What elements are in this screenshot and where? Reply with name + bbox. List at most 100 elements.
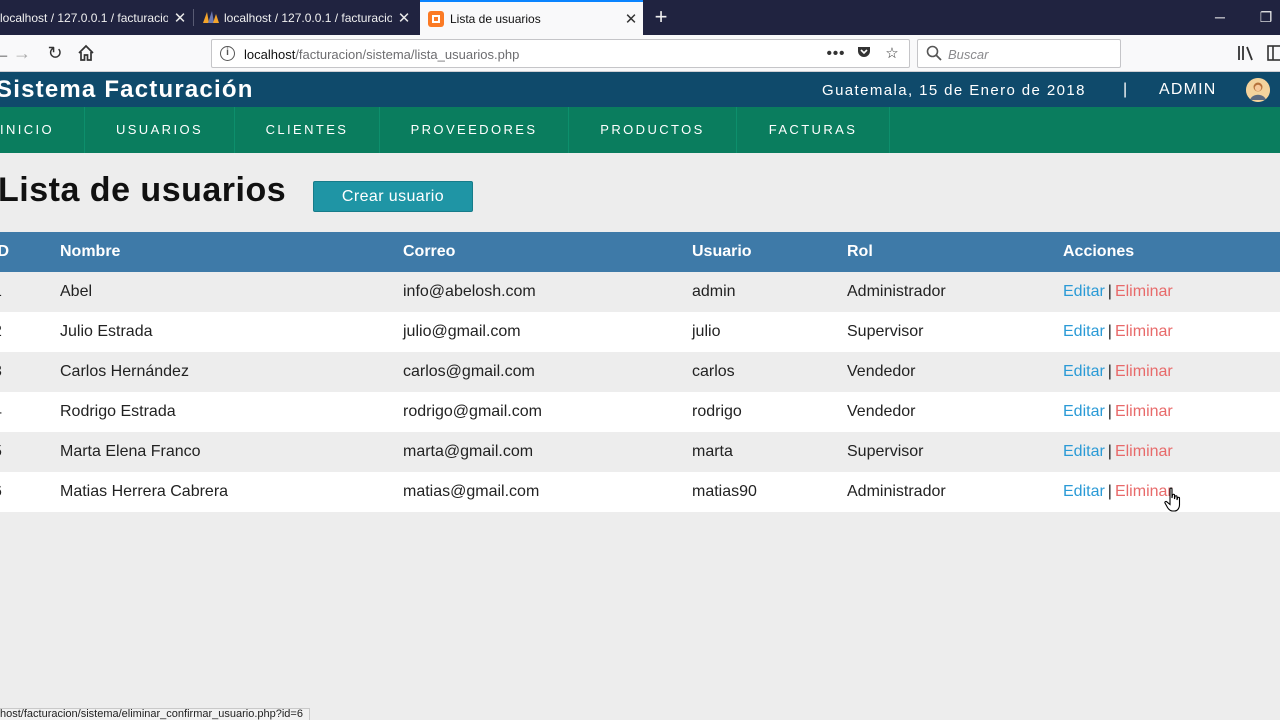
search-icon [926,45,942,66]
cell-nombre: Carlos Hernández [60,352,403,392]
column-header-correo: Correo [403,232,692,272]
cell-correo: carlos@gmail.com [403,352,692,392]
table-row: 6 Matias Herrera Cabrera matias@gmail.co… [0,472,1280,512]
site-info-icon[interactable]: i [220,46,235,61]
status-bar-url: host/facturacion/sistema/eliminar_confir… [0,708,310,720]
new-tab-icon[interactable]: + [648,0,674,35]
phpmyadmin-icon [202,10,219,26]
table-header-row: ID Nombre Correo Usuario Rol Acciones [0,232,1280,272]
edit-link[interactable]: Editar [1063,403,1105,420]
table-row: 5 Marta Elena Franco marta@gmail.com mar… [0,432,1280,472]
url-text[interactable]: localhost/facturacion/sistema/lista_usua… [244,47,519,62]
search-input[interactable] [948,45,1113,63]
forward-icon[interactable]: → [10,41,34,65]
cell-id: 3 [0,352,60,392]
cell-usuario: admin [692,272,847,312]
menu-item-proveedores[interactable]: PROVEEDORES [380,107,569,153]
action-separator: | [1107,323,1112,340]
browser-tab-title: localhost / 127.0.0.1 / facturacio [224,10,392,25]
page-actions-icon[interactable]: ••• [826,44,846,64]
reload-icon[interactable]: ↻ [43,41,67,65]
cell-nombre: Marta Elena Franco [60,432,403,472]
hand-cursor-icon [1164,487,1184,513]
delete-link[interactable]: Eliminar [1115,443,1173,460]
edit-link[interactable]: Editar [1063,443,1105,460]
main-menu: INICIO USUARIOS CLIENTES PROVEEDORES PRO… [0,107,1280,153]
sidebar-toggle-icon[interactable] [1264,41,1280,65]
cell-rol: Supervisor [847,312,1063,352]
browser-tab-title: Lista de usuarios [450,11,541,26]
menu-item-clientes[interactable]: CLIENTES [235,107,380,153]
action-separator: | [1107,483,1112,500]
column-header-usuario: Usuario [692,232,847,272]
close-tab-icon[interactable]: ✕ [168,9,192,27]
cell-id: 4 [0,392,60,432]
address-bar[interactable]: i localhost/facturacion/sistema/lista_us… [211,39,910,68]
column-header-nombre: Nombre [60,232,403,272]
header-separator: | [1123,81,1128,98]
browser-tab-2[interactable]: localhost / 127.0.0.1 / facturacio ✕ [194,0,416,35]
restore-window-icon[interactable]: ❐ [1246,0,1280,35]
cell-id: 1 [0,272,60,312]
cell-id: 2 [0,312,60,352]
cell-rol: Vendedor [847,352,1063,392]
column-header-acciones: Acciones [1063,232,1280,272]
cell-correo: julio@gmail.com [403,312,692,352]
minimize-icon[interactable]: ─ [1200,0,1240,35]
cell-rol: Supervisor [847,432,1063,472]
home-icon[interactable] [74,41,98,65]
cell-correo: matias@gmail.com [403,472,692,512]
cell-rol: Administrador [847,472,1063,512]
table-row: 2 Julio Estrada julio@gmail.com julio Su… [0,312,1280,352]
browser-tab-active[interactable]: Lista de usuarios ✕ [420,0,643,35]
cell-acciones: Editar | Eliminar [1063,432,1280,472]
cell-correo: marta@gmail.com [403,432,692,472]
search-bar[interactable] [917,39,1121,68]
browser-toolbar: ← → ↻ i localhost/facturacion/sistema/li… [0,35,1280,72]
close-tab-icon[interactable]: ✕ [619,10,643,28]
action-separator: | [1107,443,1112,460]
browser-tab-1[interactable]: localhost / 127.0.0.1 / facturacio ✕ [0,0,192,35]
users-table: ID Nombre Correo Usuario Rol Acciones 1 … [0,232,1280,512]
column-header-rol: Rol [847,232,1063,272]
edit-link[interactable]: Editar [1063,363,1105,380]
bookmark-star-icon[interactable]: ☆ [882,44,902,64]
cell-acciones: Editar | Eliminar [1063,392,1280,432]
cell-rol: Vendedor [847,392,1063,432]
edit-link[interactable]: Editar [1063,323,1105,340]
action-separator: | [1107,363,1112,380]
library-icon[interactable] [1234,41,1258,65]
user-avatar-icon[interactable] [1246,78,1270,102]
menu-item-productos[interactable]: PRODUCTOS [569,107,737,153]
delete-link[interactable]: Eliminar [1115,403,1173,420]
menu-item-inicio[interactable]: INICIO [0,107,85,153]
delete-link[interactable]: Eliminar [1115,363,1173,380]
delete-link[interactable]: Eliminar [1115,283,1173,300]
cell-acciones: Editar | Eliminar [1063,312,1280,352]
action-separator: | [1107,403,1112,420]
delete-link[interactable]: Eliminar [1115,323,1173,340]
menu-item-usuarios[interactable]: USUARIOS [85,107,235,153]
browser-tab-bar: localhost / 127.0.0.1 / facturacio ✕ loc… [0,0,1280,35]
column-header-id: ID [0,232,60,272]
page-title: Lista de usuarios [0,171,287,209]
cell-id: 6 [0,472,60,512]
close-tab-icon[interactable]: ✕ [392,9,416,27]
url-host: localhost [244,47,296,62]
edit-link[interactable]: Editar [1063,483,1105,500]
site-title: Sistema Facturación [0,76,254,103]
header-date: Guatemala, 15 de Enero de 2018 [822,82,1086,99]
create-user-button[interactable]: Crear usuario [313,181,473,212]
action-separator: | [1107,283,1112,300]
menu-item-facturas[interactable]: FACTURAS [737,107,890,153]
cell-rol: Administrador [847,272,1063,312]
cell-correo: info@abelosh.com [403,272,692,312]
table-row: 1 Abel info@abelosh.com admin Administra… [0,272,1280,312]
cell-usuario: marta [692,432,847,472]
edit-link[interactable]: Editar [1063,283,1105,300]
header-username: ADMIN [1159,81,1217,98]
cell-nombre: Abel [60,272,403,312]
cell-usuario: carlos [692,352,847,392]
browser-tab-title: localhost / 127.0.0.1 / facturacio [0,10,168,25]
pocket-icon[interactable] [854,44,874,64]
